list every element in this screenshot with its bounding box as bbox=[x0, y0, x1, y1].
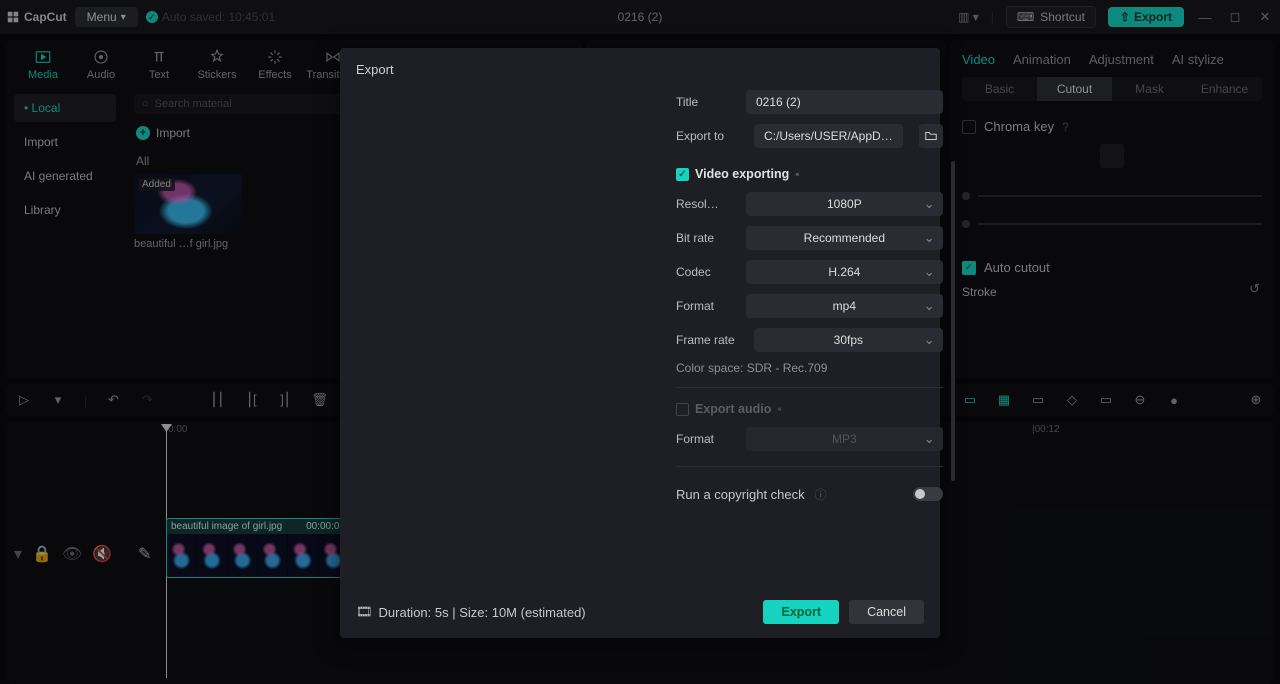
title-input[interactable]: 0216 (2) bbox=[746, 90, 943, 114]
audio-format-label: Format bbox=[676, 432, 736, 446]
duration-label: Duration: 5s | Size: 10M (estimated) bbox=[379, 605, 586, 620]
title-label: Title bbox=[676, 95, 736, 109]
export-preview bbox=[356, 85, 656, 217]
video-export-checkbox[interactable]: ✓ bbox=[676, 168, 689, 181]
fps-label: Frame rate bbox=[676, 333, 744, 347]
audio-export-section: Export audio ▪ bbox=[676, 402, 943, 416]
help-icon[interactable]: ▪ bbox=[795, 167, 799, 181]
format-label: Format bbox=[676, 299, 736, 313]
copyright-toggle[interactable] bbox=[913, 487, 943, 501]
audio-format-select: MP3 bbox=[746, 427, 943, 451]
codec-label: Codec bbox=[676, 265, 736, 279]
export-modal: Export Title 0216 (2) Export to C:/Users… bbox=[340, 48, 940, 638]
folder-icon[interactable] bbox=[919, 124, 943, 148]
modal-title: Export bbox=[340, 48, 940, 85]
exportto-input[interactable]: C:/Users/USER/AppD… bbox=[754, 124, 903, 148]
scrollbar[interactable] bbox=[951, 161, 955, 481]
cancel-button[interactable]: Cancel bbox=[849, 600, 924, 624]
info-icon[interactable]: ⓘ bbox=[815, 486, 827, 503]
exportto-label: Export to bbox=[676, 129, 744, 143]
copyright-label: Run a copyright check bbox=[676, 487, 805, 502]
codec-select[interactable]: H.264 bbox=[746, 260, 943, 284]
resolution-label: Resol… bbox=[676, 197, 736, 211]
audio-export-checkbox[interactable] bbox=[676, 403, 689, 416]
film-icon: 🎞 bbox=[356, 604, 373, 620]
bitrate-label: Bit rate bbox=[676, 231, 736, 245]
video-exporting-section: ✓ Video exporting ▪ bbox=[676, 167, 943, 181]
bitrate-select[interactable]: Recommended bbox=[746, 226, 943, 250]
export-confirm-button[interactable]: Export bbox=[763, 600, 839, 624]
colorspace-note: Color space: SDR - Rec.709 bbox=[676, 361, 943, 375]
format-select[interactable]: mp4 bbox=[746, 294, 943, 318]
fps-select[interactable]: 30fps bbox=[754, 328, 943, 352]
resolution-select[interactable]: 1080P bbox=[746, 192, 943, 216]
